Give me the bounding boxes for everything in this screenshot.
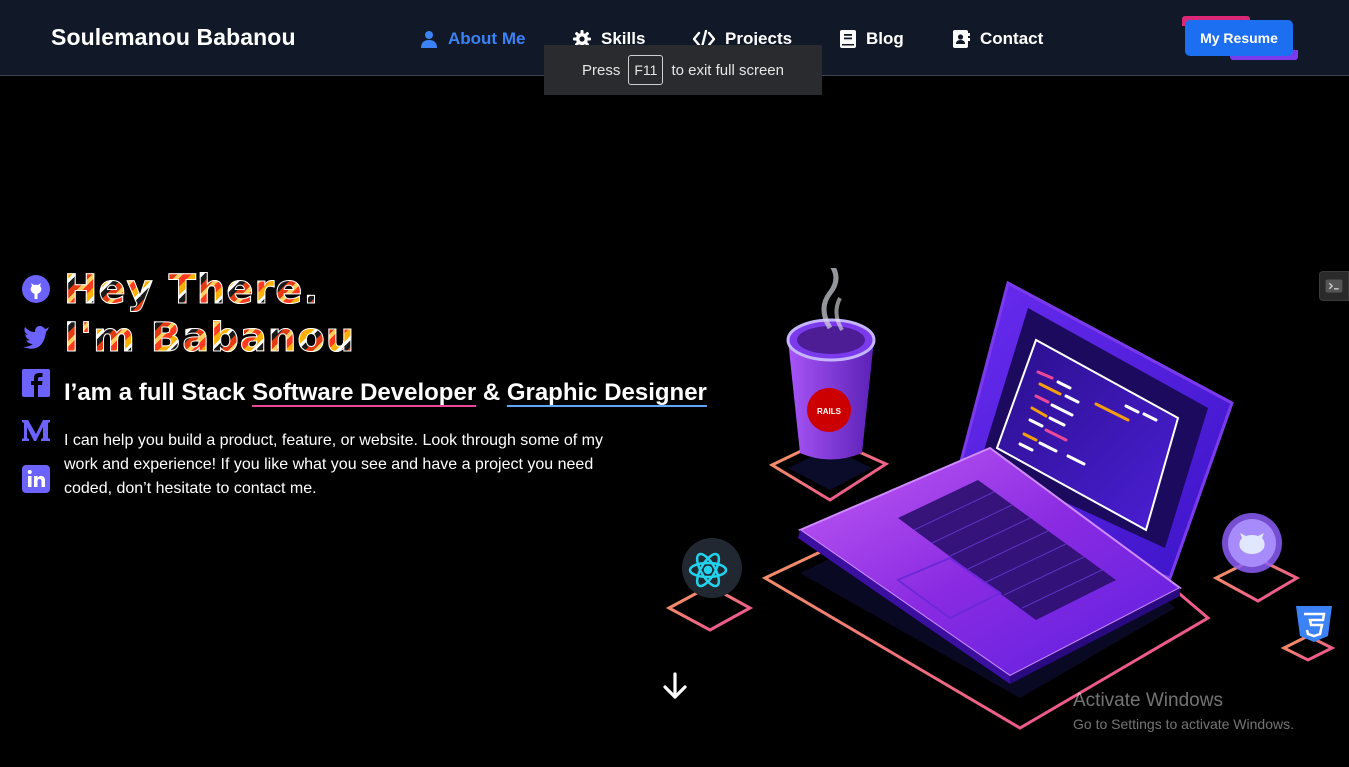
- watermark-title: Activate Windows: [1073, 690, 1223, 711]
- medium-icon[interactable]: [21, 415, 51, 445]
- facebook-icon[interactable]: [21, 368, 51, 398]
- hero-greeting: Hey There. I'm Babanou: [63, 266, 356, 362]
- hero-subtitle: I’am a full Stack Software Developer & G…: [64, 379, 707, 407]
- contact-card-icon: [953, 30, 970, 48]
- linkedin-icon[interactable]: [21, 464, 51, 494]
- hero-line-1: Hey There.: [63, 267, 320, 314]
- github-icon[interactable]: [21, 274, 51, 304]
- github-icon: [1222, 513, 1282, 573]
- toast-key: F11: [628, 55, 664, 85]
- nav-label: Contact: [980, 29, 1044, 48]
- my-resume-button[interactable]: My Resume: [1185, 20, 1293, 56]
- css3-icon: [1296, 606, 1332, 642]
- nav-about-me[interactable]: About Me: [420, 27, 525, 51]
- toast-suffix: to exit full screen: [671, 61, 784, 79]
- user-icon: [421, 31, 437, 48]
- activate-windows-watermark: Activate Windows Go to Settings to activ…: [1073, 690, 1294, 732]
- developer-illustration: RAILS: [665, 268, 1336, 730]
- role-software-developer: Software Developer: [252, 379, 477, 406]
- page: Soulemanou Babanou About Me Skills Proje…: [0, 0, 1349, 767]
- watermark-subtitle: Go to Settings to activate Windows.: [1073, 716, 1294, 732]
- fullscreen-toast: Press F11 to exit full screen: [544, 45, 822, 95]
- book-icon: [840, 30, 856, 48]
- side-widget-icon[interactable]: [1319, 271, 1349, 301]
- subtitle-and: &: [476, 379, 507, 406]
- nav-contact[interactable]: Contact: [953, 27, 1043, 51]
- nav-label: Blog: [866, 29, 904, 48]
- hero-description: I can help you build a product, feature,…: [64, 432, 603, 497]
- twitter-icon[interactable]: [21, 321, 51, 351]
- hero-line-2: I'm Babanou: [63, 315, 356, 362]
- nav-label: About Me: [448, 29, 526, 48]
- site-brand[interactable]: Soulemanou Babanou: [51, 24, 296, 51]
- nav-blog[interactable]: Blog: [840, 27, 904, 51]
- resume-button-wrapper: My Resume: [1182, 16, 1298, 60]
- subtitle-prefix: I’am a full Stack: [64, 379, 253, 406]
- rails-badge-label: RAILS: [817, 407, 842, 416]
- toast-prefix: Press: [582, 61, 621, 79]
